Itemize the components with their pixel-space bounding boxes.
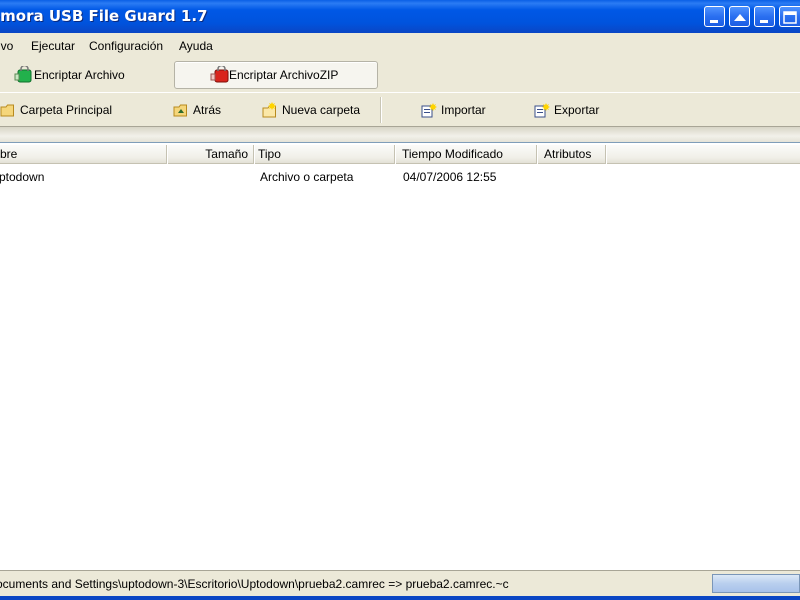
- menu-ejecutar[interactable]: Ejecutar: [31, 39, 75, 53]
- toolbar-separator: [380, 97, 382, 123]
- new-folder-button[interactable]: Nueva carpeta: [262, 101, 360, 119]
- column-name[interactable]: bre: [0, 145, 167, 164]
- folder-up-icon: [173, 104, 187, 117]
- green-lock-icon: [14, 66, 32, 83]
- back-label: Atrás: [193, 103, 222, 117]
- import-button[interactable]: Importar: [421, 101, 486, 119]
- triangle-up-icon: [734, 14, 746, 21]
- import-icon: [421, 103, 437, 118]
- encrypt-file-button[interactable]: Encriptar Archivo: [0, 61, 172, 89]
- column-header: bre Tamaño Tipo Tiempo Modificado Atribu…: [0, 145, 800, 164]
- row-modified: 04/07/2006 12:55: [403, 170, 497, 184]
- table-row[interactable]: ptodown Archivo o carpeta 04/07/2006 12:…: [0, 168, 800, 186]
- maximize-icon: [783, 11, 797, 24]
- column-size[interactable]: Tamaño: [167, 145, 254, 164]
- encrypt-zip-label: Encriptar ArchivoZIP: [229, 68, 339, 82]
- title-bar[interactable]: emora USB File Guard 1.7: [0, 0, 800, 33]
- window-border-bottom: [0, 596, 800, 600]
- row-type: Archivo o carpeta: [260, 170, 354, 184]
- red-lock-icon: [210, 66, 229, 83]
- column-attributes[interactable]: Atributos: [537, 145, 606, 164]
- menu-ayuda[interactable]: Ayuda: [179, 39, 213, 53]
- menu-configuracion[interactable]: Configuración: [89, 39, 163, 53]
- minimize-button[interactable]: [754, 6, 775, 27]
- back-button[interactable]: Atrás: [173, 101, 221, 119]
- window-title: emora USB File Guard 1.7: [0, 7, 208, 25]
- encrypt-toolbar: Encriptar Archivo Encriptar ArchivoZIP: [0, 58, 800, 92]
- navigation-toolbar: Carpeta Principal Atrás Nueva carpeta Im…: [0, 92, 800, 126]
- new-folder-icon: [262, 102, 276, 118]
- row-name: ptodown: [0, 170, 45, 184]
- minimize-window-button[interactable]: [704, 6, 725, 27]
- main-folder-button[interactable]: Carpeta Principal: [0, 101, 112, 119]
- column-modified[interactable]: Tiempo Modificado: [395, 145, 537, 164]
- encrypt-file-label: Encriptar Archivo: [34, 68, 125, 82]
- encrypt-zip-button[interactable]: Encriptar ArchivoZIP: [174, 61, 378, 89]
- maximize-button[interactable]: [779, 6, 800, 27]
- minimize-icon: [710, 20, 718, 23]
- roll-up-button[interactable]: [729, 6, 750, 27]
- menu-bar: ivo Ejecutar Configuración Ayuda: [0, 33, 800, 58]
- file-list[interactable]: bre Tamaño Tipo Tiempo Modificado Atribu…: [0, 142, 800, 570]
- export-button[interactable]: Exportar: [534, 101, 599, 119]
- minimize-icon: [760, 20, 768, 23]
- folder-icon: [0, 104, 14, 117]
- toolbar-divider: [0, 126, 800, 142]
- export-label: Exportar: [554, 103, 600, 117]
- main-folder-label: Carpeta Principal: [20, 103, 113, 117]
- progress-bar: [712, 574, 800, 593]
- menu-archivo[interactable]: ivo: [0, 39, 13, 53]
- column-type[interactable]: Tipo: [254, 145, 395, 164]
- status-text: ocuments and Settings\uptodown-3\Escrito…: [0, 577, 509, 591]
- import-label: Importar: [441, 103, 486, 117]
- new-folder-label: Nueva carpeta: [282, 103, 361, 117]
- export-icon: [534, 103, 550, 118]
